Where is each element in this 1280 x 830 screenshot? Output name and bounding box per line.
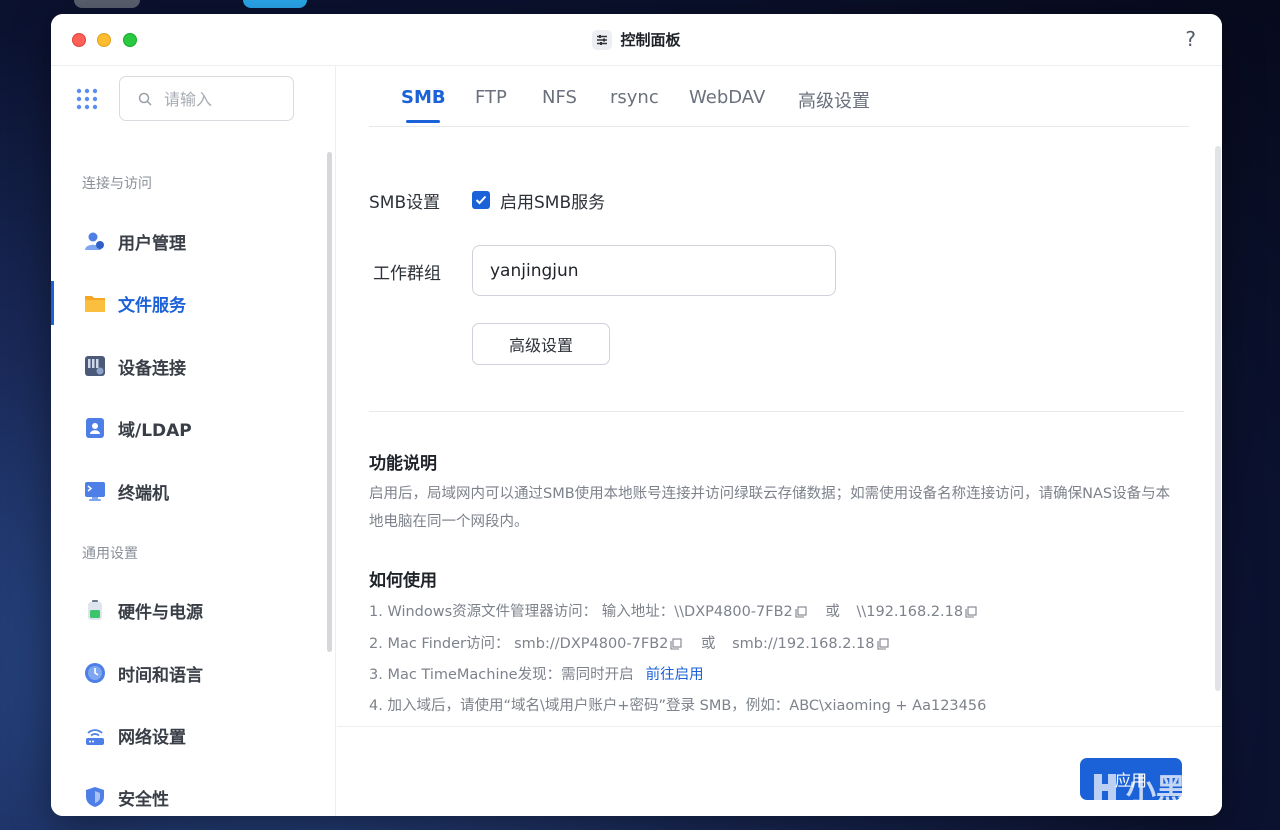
step-2-or: 或 xyxy=(700,636,716,652)
enable-timemachine-link[interactable]: 前往启用 xyxy=(646,667,704,683)
sidebar-item-label: 用户管理 xyxy=(118,233,186,254)
battery-icon xyxy=(84,599,106,621)
tab-smb[interactable]: SMB xyxy=(401,87,446,108)
step-3: 3. Mac TimeMachine发现：需同时开启 前往启用 xyxy=(369,663,704,684)
tab-webdav[interactable]: WebDAV xyxy=(689,87,765,108)
sidebar-item-label: 时间和语言 xyxy=(118,665,203,686)
sidebar-item-time-language[interactable]: 时间和语言 xyxy=(51,648,321,698)
sidebar-item-label: 硬件与电源 xyxy=(118,602,203,623)
enable-smb-label[interactable]: 启用SMB服务 xyxy=(500,188,605,213)
footer-divider xyxy=(337,726,1222,727)
help-icon[interactable]: ? xyxy=(1185,27,1196,51)
tab-nfs[interactable]: NFS xyxy=(542,87,577,108)
sidebar-item-label: 域/LDAP xyxy=(118,420,192,441)
sidebar: 连接与访问 用户管理 文件服务 xyxy=(51,66,336,816)
step-1-text: 1. Windows资源文件管理器访问： 输入地址：\\DXP4800-7FB2 xyxy=(369,604,793,620)
main-content: SMB FTP NFS rsync WebDAV 高级设置 SMB设置 启用SM… xyxy=(337,66,1222,816)
router-icon xyxy=(84,724,106,746)
sidebar-item-user-management[interactable]: 用户管理 xyxy=(51,216,321,266)
sidebar-item-network[interactable]: 网络设置 xyxy=(51,710,321,760)
copy-icon[interactable] xyxy=(965,606,977,622)
smb-advanced-settings-button[interactable]: 高级设置 xyxy=(472,323,610,365)
app-grid-icon[interactable] xyxy=(76,88,98,110)
sidebar-item-ldap[interactable]: 域/LDAP xyxy=(51,403,321,453)
window-title: 控制面板 xyxy=(51,29,1222,50)
step-1: 1. Windows资源文件管理器访问： 输入地址：\\DXP4800-7FB2… xyxy=(369,600,979,622)
watermark: 小黑盒 xyxy=(1088,762,1248,812)
step-1-address: \\192.168.2.18 xyxy=(856,604,964,620)
sidebar-item-hardware-power[interactable]: 硬件与电源 xyxy=(51,585,321,635)
clock-icon xyxy=(84,662,106,684)
checkmark-icon xyxy=(475,195,487,205)
sidebar-item-label: 安全性 xyxy=(118,789,169,810)
search-box[interactable] xyxy=(119,76,294,121)
workgroup-input[interactable] xyxy=(472,245,836,296)
copy-icon[interactable] xyxy=(795,606,807,622)
step-3-text: 3. Mac TimeMachine发现：需同时开启 xyxy=(369,667,634,683)
search-input[interactable] xyxy=(164,85,284,113)
function-desc-text: 启用后，局域网内可以通过SMB使用本地账号连接并访问绿联云存储数据；如需使用设备… xyxy=(369,486,1171,530)
function-desc-title: 功能说明 xyxy=(369,454,437,474)
tab-advanced-settings[interactable]: 高级设置 xyxy=(798,87,870,113)
watermark-text: 小黑盒 xyxy=(1126,773,1216,808)
background-window-tab-active xyxy=(243,0,307,8)
sidebar-scrollbar[interactable] xyxy=(327,152,332,652)
step-2: 2. Mac Finder访问： smb://DXP4800-7FB2 或 sm… xyxy=(369,632,891,654)
search-icon xyxy=(138,92,152,106)
how-to-use-title: 如何使用 xyxy=(369,571,437,591)
copy-icon[interactable] xyxy=(876,638,889,654)
content-scrollbar[interactable] xyxy=(1215,146,1221,691)
folder-icon xyxy=(84,292,106,314)
sidebar-item-terminal[interactable]: 终端机 xyxy=(51,466,321,516)
tab-bar: SMB FTP NFS rsync WebDAV 高级设置 xyxy=(369,66,1189,127)
sidebar-item-label: 设备连接 xyxy=(118,358,186,379)
step-2-text: 2. Mac Finder访问： smb://DXP4800-7FB2 xyxy=(369,636,669,652)
step-2-address: smb://192.168.2.18 xyxy=(732,636,875,652)
sidebar-item-label: 终端机 xyxy=(118,483,169,504)
active-tab-indicator xyxy=(406,120,440,123)
workgroup-label: 工作群组 xyxy=(373,264,441,284)
title-bar: 控制面板 ? xyxy=(51,14,1222,66)
step-4: 4. 加入域后，请使用“域名\域用户账户+密码”登录 SMB，例如：ABC\xi… xyxy=(369,698,987,714)
user-management-icon xyxy=(84,230,106,252)
tab-ftp[interactable]: FTP xyxy=(475,87,507,108)
tab-rsync[interactable]: rsync xyxy=(610,87,659,108)
ldap-icon xyxy=(84,417,106,439)
control-panel-window: 控制面板 ? 连接与访问 xyxy=(51,14,1222,816)
enable-smb-checkbox[interactable] xyxy=(472,191,490,209)
group-label-connection: 连接与访问 xyxy=(82,176,152,192)
control-panel-icon xyxy=(592,29,613,50)
copy-icon[interactable] xyxy=(670,638,682,654)
sidebar-item-file-service[interactable]: 文件服务 xyxy=(51,278,321,328)
group-label-general: 通用设置 xyxy=(82,546,138,562)
step-1-or: 或 xyxy=(825,604,840,620)
device-connection-icon xyxy=(84,355,106,377)
sidebar-item-label: 文件服务 xyxy=(118,295,186,316)
sidebar-item-security[interactable]: 安全性 xyxy=(51,772,321,816)
terminal-icon xyxy=(84,480,106,502)
background-window-tab xyxy=(74,0,140,8)
window-title-text: 控制面板 xyxy=(620,31,681,49)
xiaoheihe-logo-icon xyxy=(1094,774,1116,800)
smb-settings-label: SMB设置 xyxy=(369,193,441,213)
sidebar-item-device-connection[interactable]: 设备连接 xyxy=(51,341,321,391)
sidebar-item-label: 网络设置 xyxy=(118,727,186,748)
section-divider xyxy=(369,411,1184,412)
shield-icon xyxy=(84,786,106,808)
